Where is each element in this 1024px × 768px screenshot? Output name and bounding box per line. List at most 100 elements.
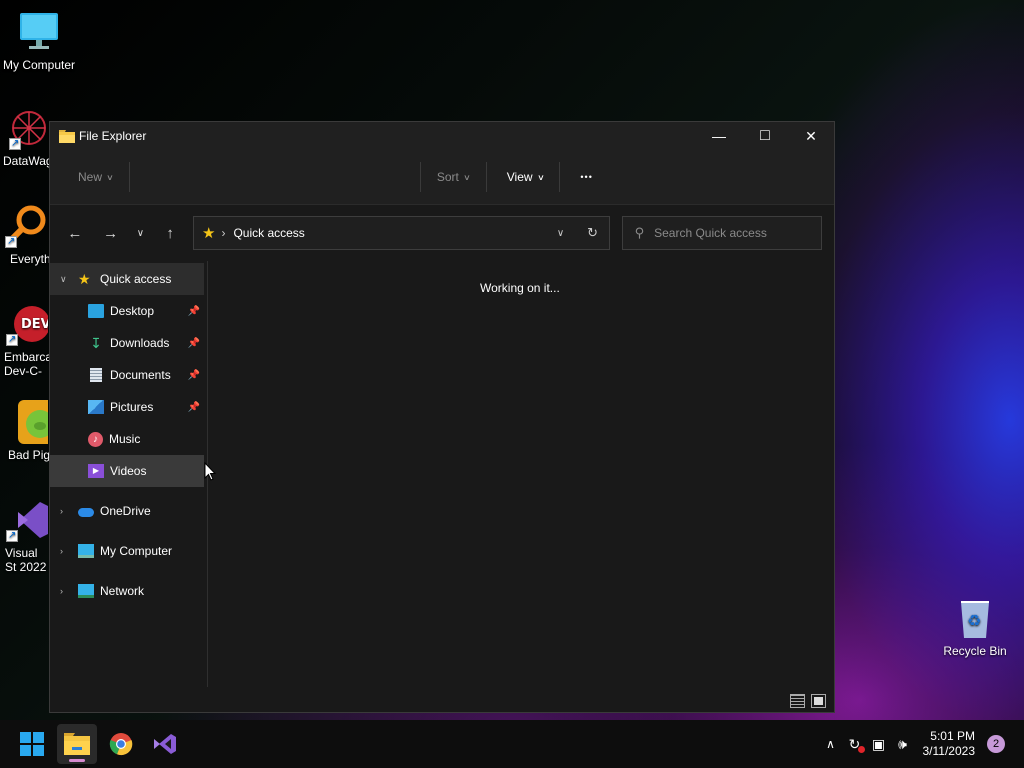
nav-item-downloads[interactable]: ↧ Downloads 📌: [50, 327, 204, 359]
desktop-icon: [88, 304, 104, 318]
nav-item-label: Music: [109, 432, 141, 446]
network-tray-icon[interactable]: ▣: [867, 736, 891, 753]
close-button[interactable]: ✕: [788, 122, 834, 150]
music-icon: ♪: [88, 431, 103, 447]
nav-item-pictures[interactable]: Pictures 📌: [50, 391, 204, 423]
taskbar-file-explorer[interactable]: [57, 724, 97, 764]
nav-item-label: Documents: [110, 368, 171, 382]
chrome-icon: [109, 733, 133, 756]
windows-logo-icon: [20, 732, 44, 756]
search-placeholder: Search Quick access: [654, 226, 767, 240]
badpiggies-icon: [4, 400, 52, 444]
datawag-icon: [7, 106, 51, 151]
address-bar[interactable]: ★ › Quick access ∨ ↻: [193, 216, 610, 250]
back-button[interactable]: ←: [60, 218, 90, 248]
more-options-button[interactable]: •••: [570, 161, 602, 193]
volume-icon[interactable]: 🕪: [891, 736, 915, 753]
visualstudio-icon: [4, 498, 52, 543]
sync-alert-icon[interactable]: ↻: [843, 736, 867, 753]
chevron-right-icon[interactable]: ›: [60, 586, 78, 596]
monitor-icon: [17, 10, 61, 54]
file-explorer-icon: [59, 129, 75, 143]
folder-icon: [64, 733, 90, 755]
nav-item-label: OneDrive: [100, 504, 151, 518]
nav-item-label: Downloads: [110, 336, 170, 350]
chevron-right-icon[interactable]: ›: [60, 506, 78, 516]
shortcut-arrow-icon: [6, 333, 18, 347]
chevron-down-icon[interactable]: ∨: [60, 274, 78, 285]
desktop-icon-label: Bad Pig: [8, 448, 51, 462]
visualstudio-icon: [154, 734, 176, 754]
view-button-label: View: [506, 170, 533, 184]
view-button[interactable]: View ∨: [497, 161, 554, 193]
desktop-icon-my-computer[interactable]: My Computer: [0, 10, 78, 72]
up-button[interactable]: ↑: [155, 218, 185, 248]
divider: [559, 162, 561, 192]
star-icon: ★: [202, 225, 216, 242]
nav-item-documents[interactable]: Documents 📌: [50, 359, 204, 391]
arrow-left-icon: ←: [67, 224, 83, 242]
nav-item-quick-access[interactable]: ∨ ★ Quick access: [50, 263, 204, 295]
arrow-right-icon: →: [103, 224, 119, 242]
show-hidden-icons-button[interactable]: ∧: [819, 737, 843, 751]
clock-time: 5:01 PM: [930, 729, 975, 743]
title-bar[interactable]: File Explorer — □ ✕: [50, 122, 834, 150]
new-button[interactable]: New ∨: [68, 161, 123, 193]
more-icon: •••: [580, 172, 593, 182]
desktop-icon-badpiggies[interactable]: Bad Pig: [0, 400, 52, 462]
breadcrumb-chevron-icon: ›: [221, 226, 226, 240]
desktop-icon-label: Visual St 2022: [5, 546, 47, 574]
minimize-button[interactable]: —: [696, 122, 742, 150]
desktop-icon-devcpp[interactable]: DEV Embarca Dev-C-: [0, 302, 52, 378]
breadcrumb[interactable]: Quick access: [233, 226, 544, 240]
nav-item-my-computer[interactable]: › My Computer: [50, 535, 204, 567]
start-button[interactable]: [12, 724, 52, 764]
divider: [485, 162, 487, 192]
chevron-down-icon: ∨: [536, 172, 545, 182]
shortcut-arrow-icon: [5, 235, 17, 249]
running-indicator: [69, 759, 85, 762]
recent-locations-button[interactable]: ∨: [126, 218, 156, 248]
file-list-pane[interactable]: Working on it...: [208, 261, 834, 687]
chevron-right-icon[interactable]: ›: [60, 546, 78, 556]
shortcut-arrow-icon: [6, 529, 18, 543]
new-button-label: New: [78, 170, 103, 184]
desktop-icon-label: Recycle Bin: [943, 644, 1007, 658]
chevron-down-icon: ∨: [556, 227, 565, 239]
taskbar-chrome[interactable]: [101, 724, 141, 764]
desktop-icon-recycle-bin[interactable]: ♻ Recycle Bin: [936, 596, 1014, 658]
picture-icon: [88, 400, 104, 414]
desktop-icon-label: Everyth: [10, 252, 50, 266]
clock[interactable]: 5:01 PM 3/11/2023: [923, 729, 976, 759]
nav-item-network[interactable]: › Network: [50, 575, 204, 607]
address-row: ← → ∨ ↑ ★ › Quick access ∨ ↻ ⚲ Search Qu…: [50, 205, 834, 261]
navigation-pane: ∨ ★ Quick access Desktop 📌 ↧ Downloads 📌…: [50, 261, 208, 687]
pin-icon: 📌: [187, 337, 200, 349]
desktop-icon-label: My Computer: [2, 58, 76, 72]
nav-item-music[interactable]: ♪ Music: [50, 423, 204, 455]
maximize-button[interactable]: □: [742, 122, 788, 150]
nav-item-desktop[interactable]: Desktop 📌: [50, 295, 204, 327]
nav-item-onedrive[interactable]: › OneDrive: [50, 495, 204, 527]
cloud-icon: [78, 507, 94, 517]
large-icons-view-icon[interactable]: [811, 694, 826, 708]
notification-badge[interactable]: 2: [987, 735, 1005, 753]
mouse-cursor-icon: [204, 462, 216, 481]
search-input[interactable]: ⚲ Search Quick access: [621, 216, 822, 250]
desktop-icon-everything[interactable]: Everyth: [0, 204, 50, 266]
chevron-down-icon: ∨: [106, 172, 114, 182]
taskbar-visual-studio[interactable]: [145, 724, 185, 764]
divider: [419, 162, 421, 192]
pin-icon: 📌: [187, 305, 200, 317]
loading-status: Working on it...: [480, 281, 560, 295]
nav-item-videos[interactable]: ▶ Videos: [50, 455, 204, 487]
star-icon: ★: [78, 271, 91, 287]
refresh-button[interactable]: ↻: [577, 217, 609, 249]
details-view-icon[interactable]: [790, 694, 805, 708]
desktop-icon-visualstudio[interactable]: Visual St 2022: [0, 498, 52, 574]
divider: [128, 162, 130, 192]
sort-button[interactable]: Sort ∨: [427, 161, 480, 193]
address-history-button[interactable]: ∨: [545, 217, 577, 249]
clock-date: 3/11/2023: [922, 744, 976, 758]
forward-button[interactable]: →: [96, 218, 126, 248]
